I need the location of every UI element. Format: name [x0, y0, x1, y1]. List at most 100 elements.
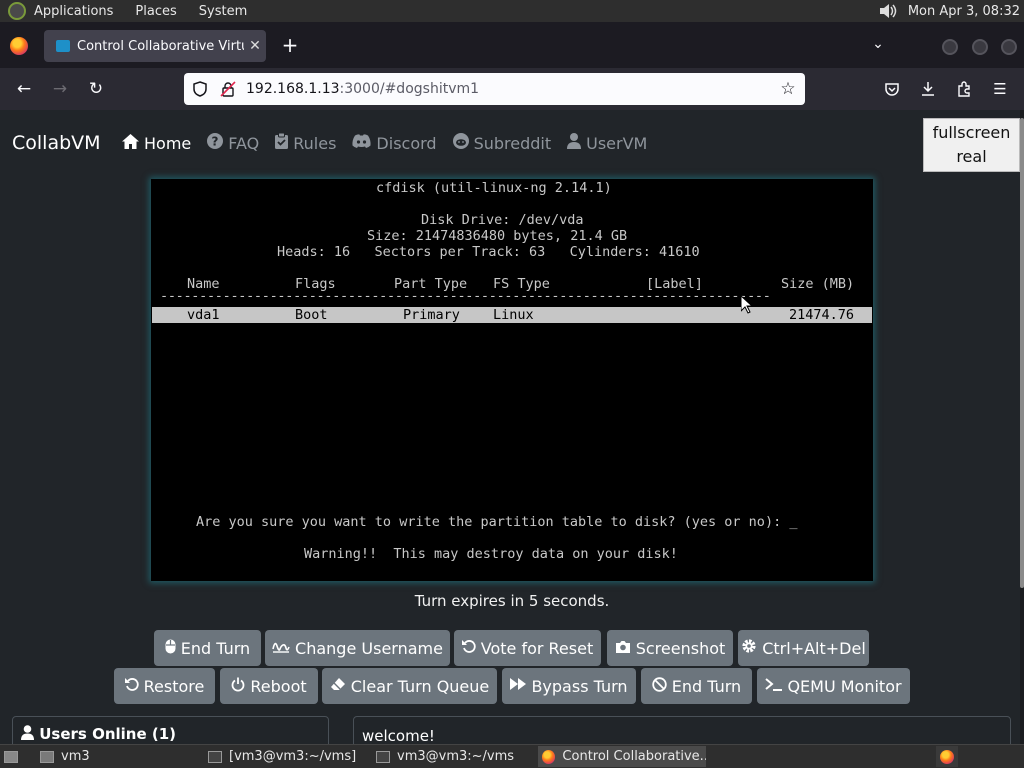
screen: Applications Places System Mon Apr 3, 08…	[0, 0, 1024, 768]
task-vm3-folder-label: vm3	[61, 749, 90, 764]
menu-applications[interactable]: Applications	[34, 4, 113, 19]
vm-title: cfdisk (util-linux-ng 2.14.1)	[376, 180, 612, 196]
tab-collabvm[interactable]: Control Collaborative Virtual ✕	[44, 30, 266, 62]
monitor-favicon-icon	[56, 40, 70, 52]
terminal-window-icon	[376, 750, 390, 763]
task-terminal-1[interactable]: [vm3@vm3:~/vms]	[204, 746, 366, 767]
distro-logo-icon[interactable]	[8, 2, 26, 20]
end-turn-label: End Turn	[180, 638, 251, 658]
volume-icon[interactable]	[878, 2, 900, 20]
restore-button[interactable]: Restore	[114, 668, 215, 704]
power-icon	[231, 677, 245, 696]
nav-faq-label: FAQ	[228, 133, 260, 153]
task-vm3-folder[interactable]: vm3	[36, 746, 196, 767]
bypass-turn-label: Bypass Turn	[531, 676, 628, 696]
task-firefox[interactable]: Control Collaborative...	[538, 746, 706, 767]
reboot-label: Reboot	[250, 676, 307, 696]
maximize-button[interactable]	[972, 39, 988, 55]
nav-uservm[interactable]: UserVM	[567, 133, 647, 153]
clear-turn-queue-label: Clear Turn Queue	[350, 676, 490, 696]
change-username-button[interactable]: Change Username	[265, 630, 450, 666]
panel-clock[interactable]: Mon Apr 3, 08:32	[908, 4, 1020, 19]
ban-icon	[652, 676, 667, 696]
tab-close-icon[interactable]: ✕	[244, 38, 266, 54]
vote-for-reset-button[interactable]: Vote for Reset	[454, 630, 601, 666]
extensions-puzzle-icon[interactable]	[952, 77, 976, 101]
minimize-button[interactable]	[942, 39, 958, 55]
mouse-icon	[165, 639, 176, 658]
menu-places[interactable]: Places	[135, 4, 176, 19]
vm-row-fs-type: Linux	[493, 307, 534, 323]
tab-title: Control Collaborative Virtual	[77, 38, 244, 54]
hamburger-menu-icon[interactable]: ☰	[988, 77, 1012, 101]
users-online-panel: Users Online (1)	[12, 716, 329, 744]
vm-selected-partition-row[interactable]: vda1 Boot Primary Linux 21474.76	[152, 307, 872, 323]
scrollbar-thumb[interactable]	[1020, 118, 1024, 588]
screenshot-label: Screenshot	[635, 638, 726, 658]
bypass-turn-button[interactable]: Bypass Turn	[502, 668, 636, 704]
bookmark-star-icon[interactable]: ☆	[777, 78, 799, 100]
nav-faq[interactable]: ? FAQ	[207, 133, 259, 153]
close-window-button[interactable]	[1001, 39, 1017, 55]
reboot-button[interactable]: Reboot	[220, 668, 318, 704]
nav-uservm-label: UserVM	[586, 133, 648, 153]
vm-disk-drive: Disk Drive: /dev/vda	[421, 212, 584, 228]
firefox-icon[interactable]	[10, 37, 28, 55]
terminal-window-icon	[208, 750, 222, 763]
task-terminal-1-label: [vm3@vm3:~/vms]	[229, 749, 357, 764]
firefox-task-icon	[542, 749, 556, 764]
show-desktop-button[interactable]	[0, 746, 36, 767]
url-path: :3000/#dogshitvm1	[339, 81, 480, 97]
desktop-icon	[4, 750, 18, 763]
vm-separator: ----------------------------------------…	[160, 288, 771, 304]
qemu-monitor-label: QEMU Monitor	[787, 676, 902, 696]
back-arrow-icon[interactable]: ←	[12, 77, 36, 101]
turn-status: Turn expires in 5 seconds.	[414, 592, 610, 610]
fullscreen-real-box[interactable]: fullscreen real	[923, 118, 1020, 172]
nav-rules-label: Rules	[293, 133, 337, 153]
insecure-lock-icon[interactable]	[220, 81, 236, 97]
nav-discord[interactable]: Discord	[352, 133, 437, 153]
ctrl-alt-del-button[interactable]: Ctrl+Alt+Del	[738, 630, 869, 666]
ctrl-alt-del-label: Ctrl+Alt+Del	[762, 638, 866, 658]
vm-row-size: 21474.76	[789, 307, 855, 323]
page-scrollbar[interactable]	[1020, 110, 1024, 744]
real-line: real	[956, 147, 987, 166]
downloads-icon[interactable]	[916, 77, 940, 101]
end-turn-button[interactable]: End Turn	[154, 630, 261, 666]
clear-turn-queue-button[interactable]: Clear Turn Queue	[322, 668, 497, 704]
clipboard-check-icon	[275, 132, 289, 153]
gear-icon	[741, 638, 757, 658]
forward-arrow-icon[interactable]: →	[48, 77, 72, 101]
reload-icon[interactable]: ↻	[84, 77, 108, 101]
vm-display[interactable]: cfdisk (util-linux-ng 2.14.1) Disk Drive…	[151, 179, 873, 581]
end-turn-admin-button[interactable]: End Turn	[641, 668, 752, 704]
user-icon	[567, 133, 582, 153]
top-panel: Applications Places System Mon Apr 3, 08…	[0, 0, 1024, 22]
menu-system[interactable]: System	[199, 4, 247, 19]
browser-navbar: ← → ↻ 192.168.1.13:3000/#dogshitvm1 ☆ ☰	[0, 68, 1024, 110]
screenshot-button[interactable]: Screenshot	[607, 630, 733, 666]
end-turn-admin-label: End Turn	[671, 676, 742, 696]
rotate-left-icon	[461, 639, 476, 657]
home-folder-icon	[40, 750, 54, 763]
pocket-icon[interactable]	[880, 77, 904, 101]
qemu-monitor-button[interactable]: QEMU Monitor	[757, 668, 910, 704]
task-terminal-2[interactable]: vm3@vm3:~/vms	[372, 746, 534, 767]
signature-icon	[272, 639, 290, 657]
shield-icon[interactable]	[192, 81, 208, 97]
url-text[interactable]: 192.168.1.13:3000/#dogshitvm1	[246, 81, 777, 97]
vm-row-name: vda1	[187, 307, 220, 323]
browser-tabbar: Control Collaborative Virtual ✕ + ⌄	[0, 22, 1024, 68]
nav-rules[interactable]: Rules	[275, 132, 337, 153]
url-bar[interactable]: 192.168.1.13:3000/#dogshitvm1 ☆	[184, 73, 805, 105]
task-firefox-label: Control Collaborative...	[562, 749, 706, 764]
forward-icon	[510, 678, 527, 694]
site-brand[interactable]: CollabVM	[12, 132, 101, 154]
tray-firefox-icon[interactable]	[936, 746, 958, 767]
nav-subreddit[interactable]: Subreddit	[452, 133, 551, 153]
vm-row-flags: Boot	[295, 307, 328, 323]
list-tabs-chevron-icon[interactable]: ⌄	[868, 36, 888, 56]
new-tab-button[interactable]: +	[278, 34, 302, 58]
nav-home[interactable]: Home	[122, 133, 191, 153]
